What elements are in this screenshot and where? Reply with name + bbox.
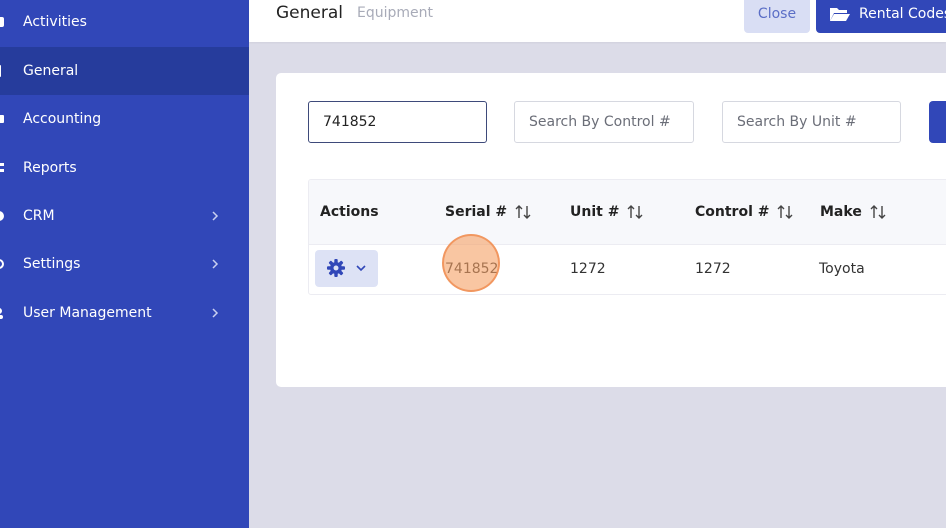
cell-unit: 1272 xyxy=(570,261,606,277)
gear-icon xyxy=(327,259,345,277)
column-control[interactable]: Control # xyxy=(695,204,793,220)
sidebar-item-crm[interactable]: CRM xyxy=(0,192,249,240)
sidebar-item-label: Activities xyxy=(23,14,87,30)
search-button[interactable] xyxy=(929,101,946,143)
sidebar-item-user-management[interactable]: User Management xyxy=(0,289,249,337)
reports-icon xyxy=(0,163,4,172)
serial-search-input[interactable] xyxy=(308,101,487,143)
table-row[interactable]: 741852 1272 1272 Toyota xyxy=(309,245,946,294)
column-unit[interactable]: Unit # xyxy=(570,204,643,220)
sidebar-item-label: CRM xyxy=(23,208,55,224)
sort-icon[interactable] xyxy=(627,205,643,219)
sort-icon[interactable] xyxy=(777,205,793,219)
sidebar-item-label: Settings xyxy=(23,256,81,272)
page-title: General xyxy=(276,3,343,23)
chevron-right-icon xyxy=(212,259,219,269)
user-management-icon xyxy=(0,308,3,319)
sidebar-item-accounting[interactable]: Accounting xyxy=(0,95,249,143)
cell-make: Toyota xyxy=(819,261,865,277)
sort-icon[interactable] xyxy=(515,205,531,219)
control-search-input[interactable] xyxy=(514,101,694,143)
cell-serial: 741852 xyxy=(445,261,499,277)
close-button-label: Close xyxy=(757,5,797,22)
accounting-icon xyxy=(0,115,4,123)
sidebar: Activities General Accounting Reports CR… xyxy=(0,0,249,528)
rental-codes-label: Rental Codes xyxy=(859,5,946,22)
equipment-table: Actions Serial # Unit # Control # Make 7… xyxy=(308,179,946,295)
close-button[interactable]: Close xyxy=(744,0,810,33)
column-serial[interactable]: Serial # xyxy=(445,204,531,220)
column-make[interactable]: Make xyxy=(820,204,886,220)
breadcrumb-equipment[interactable]: Equipment xyxy=(357,5,433,21)
sidebar-item-reports[interactable]: Reports xyxy=(0,144,249,192)
general-icon xyxy=(0,65,1,77)
sidebar-item-label: General xyxy=(23,63,79,79)
sort-icon[interactable] xyxy=(870,205,886,219)
chevron-right-icon xyxy=(212,308,219,318)
row-actions-button[interactable] xyxy=(315,250,378,287)
sidebar-item-label: User Management xyxy=(23,305,152,321)
sidebar-item-settings[interactable]: Settings xyxy=(0,240,249,288)
equipment-card: Actions Serial # Unit # Control # Make xyxy=(276,73,946,387)
chevron-right-icon xyxy=(212,211,219,221)
sidebar-item-general[interactable]: General xyxy=(0,47,249,95)
sidebar-item-label: Reports xyxy=(23,160,77,176)
unit-search-input[interactable] xyxy=(722,101,901,143)
folder-open-icon xyxy=(830,7,850,21)
crm-icon xyxy=(0,211,4,221)
sidebar-item-label: Accounting xyxy=(23,111,102,127)
rental-codes-button[interactable]: Rental Codes xyxy=(816,0,946,33)
table-header: Actions Serial # Unit # Control # Make xyxy=(309,180,946,245)
sidebar-item-activities[interactable]: Activities xyxy=(0,0,249,46)
cell-control: 1272 xyxy=(695,261,731,277)
activity-icon xyxy=(0,17,4,27)
settings-icon xyxy=(0,259,4,269)
column-actions: Actions xyxy=(320,204,379,220)
chevron-down-icon xyxy=(356,265,366,272)
top-bar: General Equipment Close Rental Codes xyxy=(249,0,946,42)
